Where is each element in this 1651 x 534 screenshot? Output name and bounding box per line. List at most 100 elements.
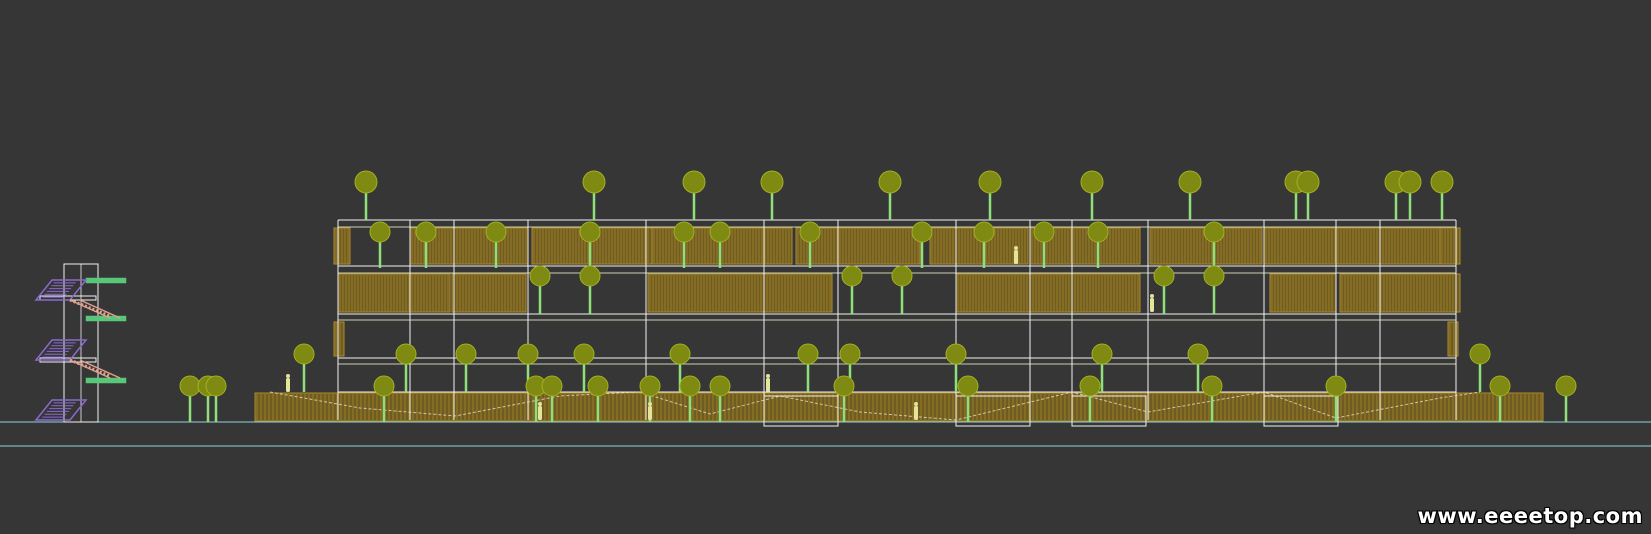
tree-crown <box>1325 375 1347 397</box>
person-body <box>648 406 652 420</box>
tree-crown <box>1555 375 1577 397</box>
tree-crown <box>293 343 315 365</box>
tree-crown <box>760 170 784 194</box>
person-head <box>914 402 918 406</box>
person-head <box>286 374 290 378</box>
tree-middle-floor <box>579 265 601 314</box>
tree-crown <box>639 375 661 397</box>
stair-flight-pink <box>69 359 121 379</box>
louver-panel-outline <box>254 392 1544 422</box>
tree-ground <box>179 375 201 422</box>
tree-roof <box>1178 170 1202 220</box>
tree-crown <box>1296 170 1320 194</box>
tree-lower-floor <box>455 343 477 392</box>
louver-panel-outline <box>1339 273 1461 313</box>
louver-slats <box>649 275 831 311</box>
tree-middle-floor <box>1153 265 1175 314</box>
louver-slats <box>957 275 1139 311</box>
tree-crown <box>373 375 395 397</box>
tree-roof <box>682 170 706 220</box>
tree-lower-floor <box>797 343 819 392</box>
tree-crown <box>1091 343 1113 365</box>
tree-crown <box>579 221 601 243</box>
louver-middle-floor <box>337 273 451 313</box>
stair-tower <box>34 263 127 423</box>
person-body <box>766 378 770 392</box>
tree-crown <box>799 221 821 243</box>
tree-crown <box>1080 170 1104 194</box>
tree-crown <box>1087 221 1109 243</box>
person-head <box>1014 246 1018 250</box>
tree-lower-floor <box>395 343 417 392</box>
tree-roof <box>760 170 784 220</box>
tree-roof <box>1398 170 1422 220</box>
tree-roof <box>1430 170 1454 220</box>
tree-crown <box>415 221 437 243</box>
tree-crown <box>1153 265 1175 287</box>
tree-middle-floor <box>529 265 551 314</box>
tree-crown <box>369 221 391 243</box>
tree-crown <box>1033 221 1055 243</box>
facade-elevation-drawing <box>0 170 1651 447</box>
tree-crown <box>673 221 695 243</box>
louver-ground-fence <box>254 392 1544 422</box>
tree-crown <box>797 343 819 365</box>
tree-lower-floor <box>1469 343 1491 392</box>
louver-panel-outline <box>1335 227 1457 265</box>
tree-crown <box>911 221 933 243</box>
tree-crown <box>679 375 701 397</box>
tree-crown <box>1187 343 1209 365</box>
tree-crown <box>839 343 861 365</box>
louver-middle-floor <box>1339 273 1461 313</box>
tree-crown <box>179 375 201 397</box>
tree-crown <box>1469 343 1491 365</box>
tree-upper-floor <box>369 221 391 268</box>
tree-roof <box>582 170 606 220</box>
louver-middle-floor <box>647 273 833 313</box>
person-body <box>286 378 290 392</box>
tree-roof <box>978 170 1002 220</box>
tree-crown <box>1079 375 1101 397</box>
cad-viewport: www.eeeetop.com <box>0 0 1651 534</box>
tree-ground <box>1555 375 1577 422</box>
tree-crown <box>709 221 731 243</box>
tree-crown <box>354 170 378 194</box>
person-body <box>914 406 918 420</box>
tree-crown <box>973 221 995 243</box>
louver-panel-outline <box>333 321 345 357</box>
louver-upper-floor <box>1335 227 1457 265</box>
louver-lower-left <box>333 321 345 357</box>
louver-middle-floor <box>955 273 1141 313</box>
tree-crown <box>891 265 913 287</box>
tree-crown <box>529 265 551 287</box>
person-body <box>1150 298 1154 312</box>
tree-crown <box>395 343 417 365</box>
louver-upper-floor <box>333 227 351 265</box>
stair-flight-pink <box>69 299 121 319</box>
person-figure <box>648 402 652 420</box>
person-body <box>538 406 542 420</box>
louver-slats <box>1271 275 1333 311</box>
tree-crown <box>582 170 606 194</box>
tree-roof <box>1296 170 1320 220</box>
louver-upper-floor <box>1439 227 1461 265</box>
person-figure <box>538 402 542 420</box>
tree-crown <box>1203 221 1225 243</box>
tree-crown <box>1178 170 1202 194</box>
tree-lower-floor <box>293 343 315 392</box>
tree-crown <box>841 265 863 287</box>
tree-crown <box>1201 375 1223 397</box>
person-body <box>1014 250 1018 264</box>
person-head <box>766 374 770 378</box>
tree-crown <box>205 375 227 397</box>
person-figure <box>1014 246 1018 264</box>
tree-crown <box>541 375 563 397</box>
tree-crown <box>587 375 609 397</box>
tree-crown <box>1489 375 1511 397</box>
person-figure <box>766 374 770 392</box>
tree-crown <box>573 343 595 365</box>
tree-crown <box>878 170 902 194</box>
tree-roof <box>1080 170 1104 220</box>
louver-middle-floor <box>451 273 527 313</box>
tree-crown <box>455 343 477 365</box>
